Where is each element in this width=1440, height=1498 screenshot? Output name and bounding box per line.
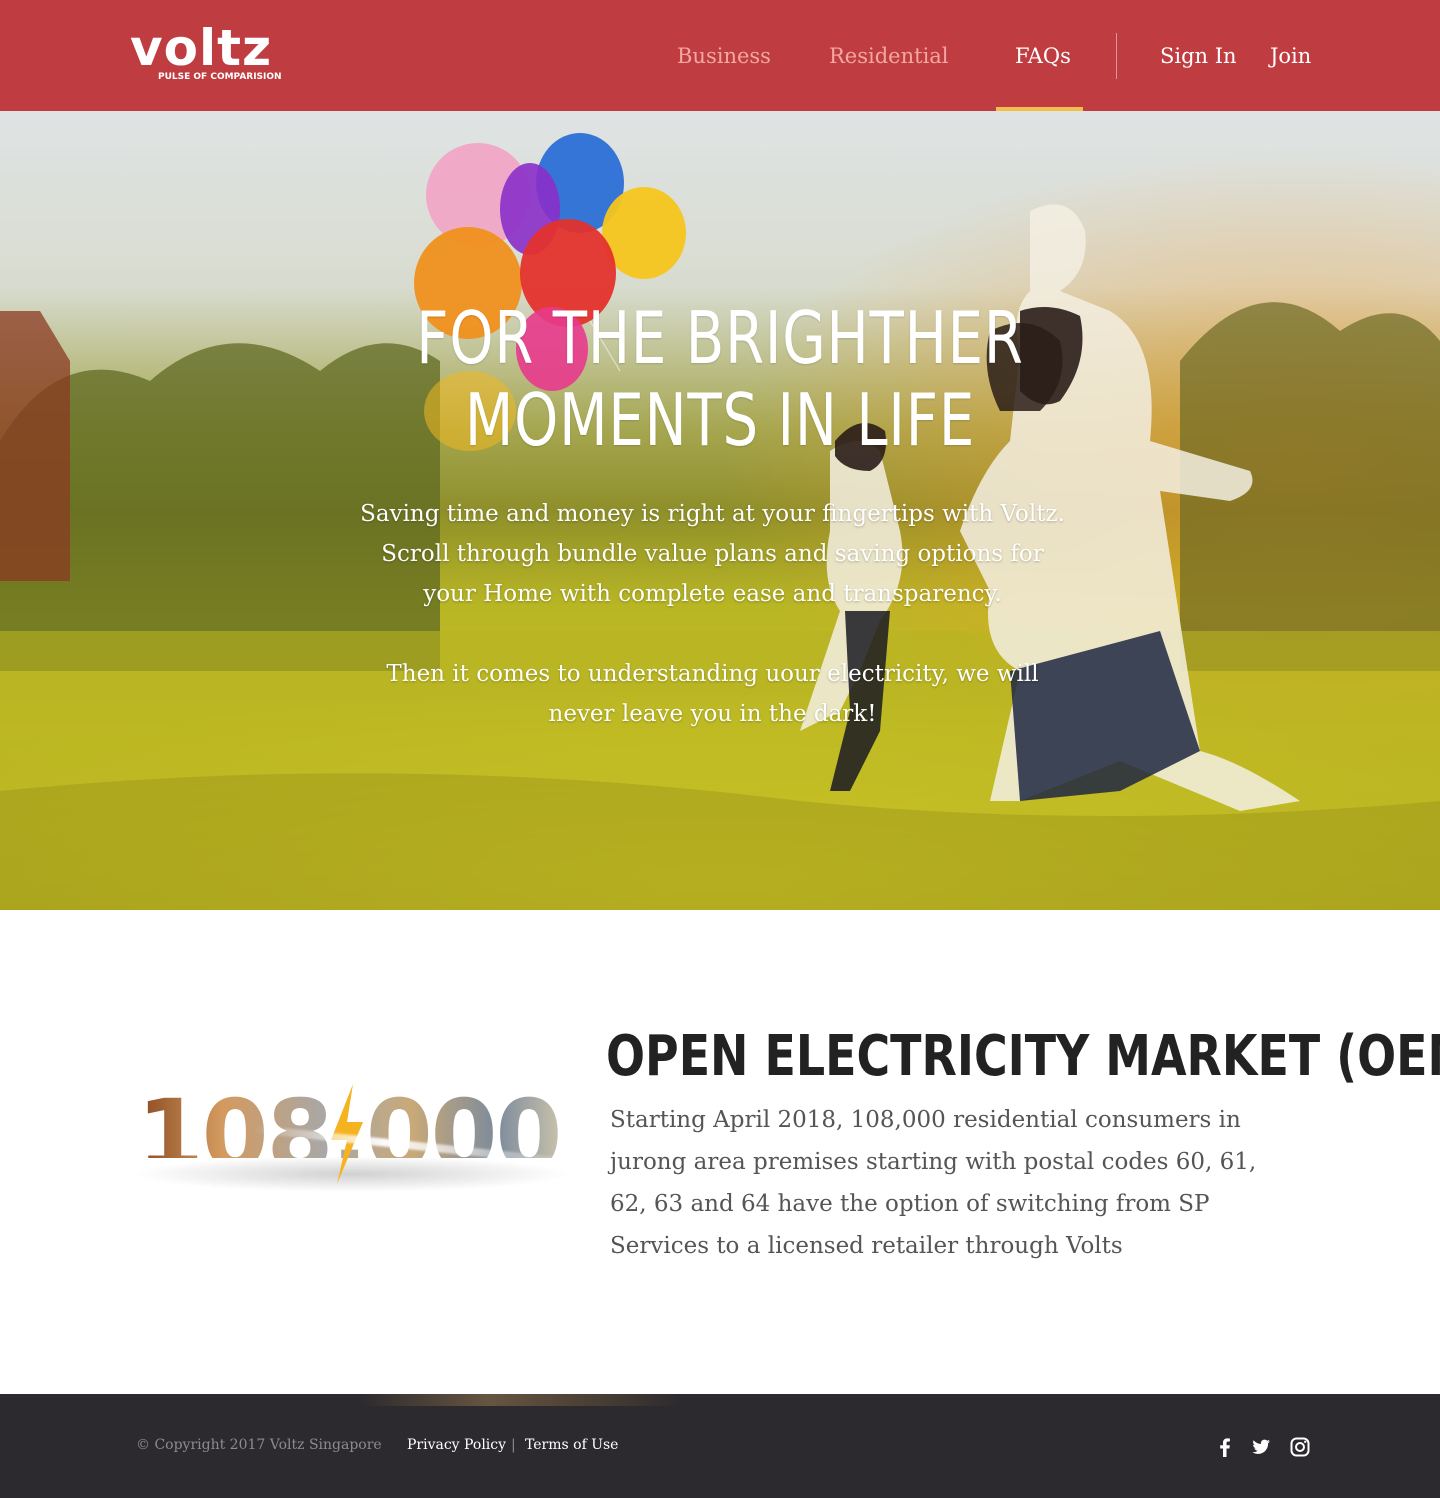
logo-tagline: PULSE OF COMPARISION bbox=[158, 72, 282, 82]
terms-of-use-link[interactable]: Terms of Use bbox=[525, 1435, 618, 1455]
site-footer: © Copyright 2017 Voltz Singapore Privacy… bbox=[0, 1394, 1440, 1498]
nav-faqs[interactable]: FAQs bbox=[1015, 40, 1071, 72]
oem-heading: OPEN ELECTRICITY MARKET (OEM) bbox=[606, 1024, 1440, 1089]
hero-intro-text: Saving time and money is right at your f… bbox=[360, 501, 1065, 607]
voltz-logo[interactable]: voltz PULSE OF COMPARISION bbox=[130, 19, 282, 88]
logo-wordmark: voltz bbox=[130, 19, 273, 77]
sign-in-link[interactable]: Sign In bbox=[1160, 40, 1237, 72]
site-header: voltz PULSE OF COMPARISION Business Resi… bbox=[0, 0, 1440, 111]
oem-description: Starting April 2018, 108,000 residential… bbox=[610, 1107, 1257, 1259]
join-link[interactable]: Join bbox=[1270, 40, 1311, 72]
privacy-policy-link[interactable]: Privacy Policy bbox=[407, 1435, 506, 1455]
twitter-icon[interactable] bbox=[1250, 1436, 1272, 1458]
facebook-icon[interactable] bbox=[1214, 1436, 1236, 1458]
copyright-text: © Copyright 2017 Voltz Singapore bbox=[136, 1437, 382, 1453]
hero-title-line-2: MOMENTS IN LIFE bbox=[464, 378, 976, 462]
footer-decoration bbox=[360, 1394, 680, 1406]
instagram-icon[interactable] bbox=[1289, 1436, 1311, 1458]
nav-residential[interactable]: Residential bbox=[829, 40, 949, 72]
hero-title: FOR THE BRIGHTHER MOMENTS IN LIFE bbox=[392, 297, 1047, 461]
nav-business[interactable]: Business bbox=[677, 40, 771, 72]
hero-title-line-1: FOR THE BRIGHTHER bbox=[416, 296, 1024, 380]
footer-link-separator: | bbox=[511, 1437, 516, 1453]
hero-banner: FOR THE BRIGHTHER MOMENTS IN LIFE Saving… bbox=[0, 111, 1440, 910]
hero-tagline-text: Then it comes to understanding uour elec… bbox=[386, 661, 1039, 727]
nav-divider bbox=[1116, 33, 1117, 79]
consumer-count-graphic: 108,000 bbox=[132, 1080, 582, 1200]
